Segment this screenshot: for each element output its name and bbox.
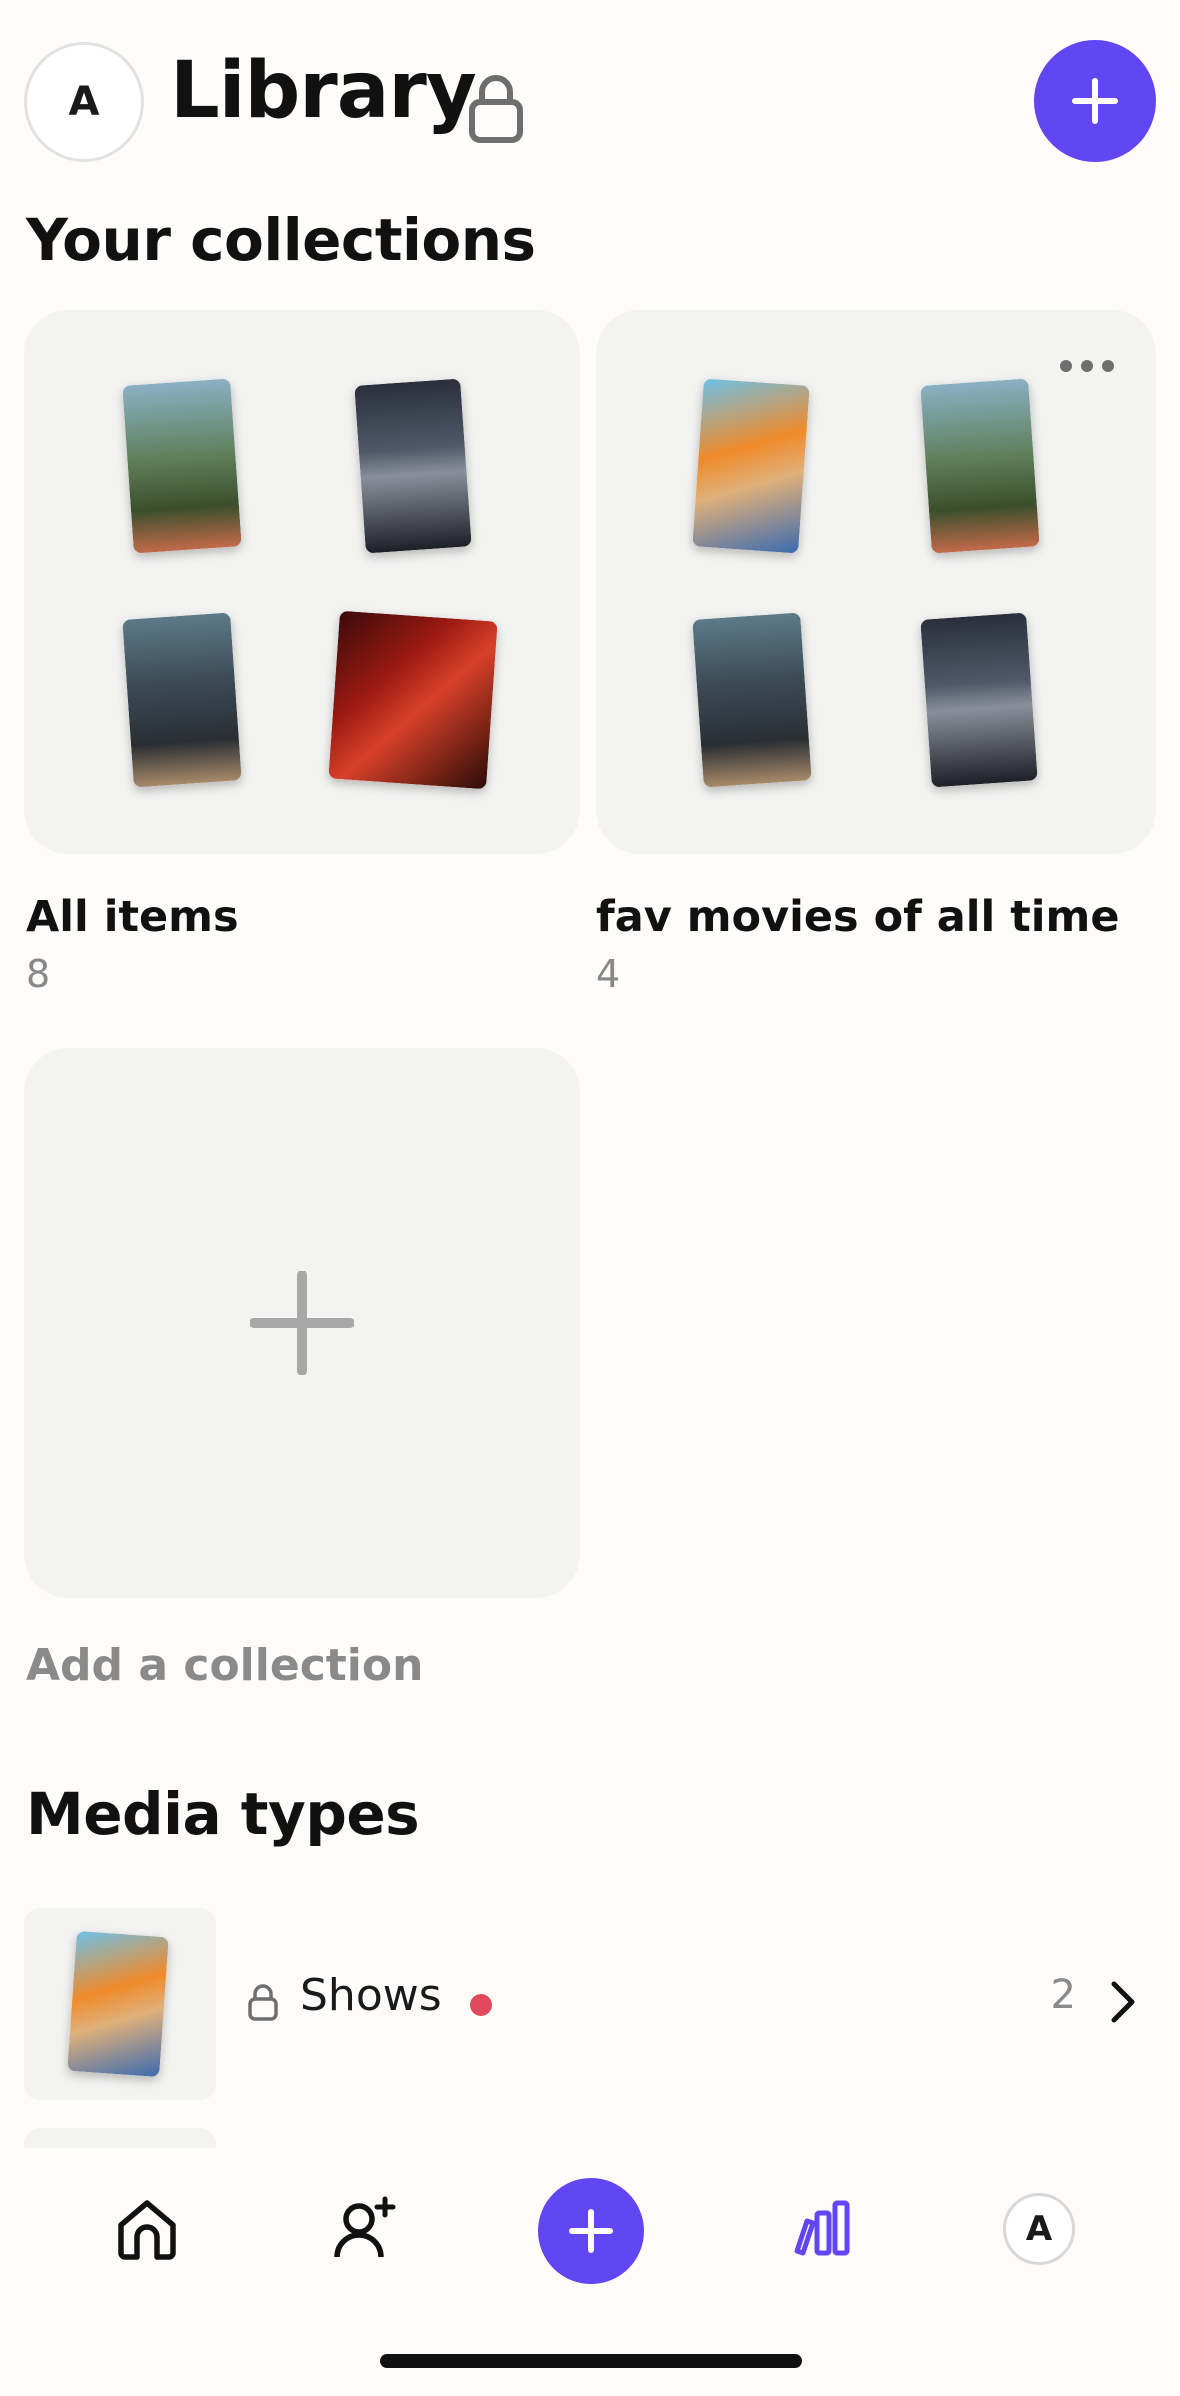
media-type-count: 2 [1050,1972,1076,2018]
poster-image [122,612,242,788]
poster-image [67,1930,169,2078]
tab-friends[interactable] [310,2174,420,2284]
add-button[interactable] [1034,40,1156,162]
tab-library[interactable] [768,2174,878,2284]
library-icon [794,2200,850,2256]
collection-card-all-items[interactable] [24,310,580,854]
poster-image [122,378,242,554]
media-type-label: Shows [300,1970,442,2021]
media-thumbnail [24,1908,216,2100]
plus-icon [250,1271,354,1375]
home-indicator [380,2354,802,2368]
lock-icon [248,1984,278,2021]
section-title-collections: Your collections [26,206,536,274]
tab-home[interactable] [92,2174,202,2284]
new-indicator-dot [470,1994,492,2016]
page-title: Library [170,46,477,136]
collection-count: 4 [596,952,621,996]
add-collection-label[interactable]: Add a collection [26,1640,423,1691]
poster-image [328,610,498,790]
collection-card-fav-movies[interactable] [596,310,1156,854]
header: A Library [24,40,1156,162]
collection-name: All items [26,892,239,942]
section-title-media-types: Media types [26,1780,420,1848]
poster-image [692,378,810,554]
collection-name: fav movies of all time [596,892,1120,942]
more-icon[interactable] [1060,358,1114,374]
add-friend-icon [334,2196,396,2258]
media-type-row-shows[interactable]: Shows 2 [24,1908,1156,2100]
poster-image [920,378,1040,554]
tab-add-button[interactable] [538,2178,644,2284]
plus-icon [1072,78,1118,124]
poster-image [920,612,1038,788]
lock-icon [469,75,523,143]
add-collection-card[interactable] [24,1048,580,1598]
collection-count: 8 [26,952,51,996]
poster-image [354,378,472,554]
poster-image [692,612,812,788]
tab-profile[interactable]: A [984,2174,1094,2284]
media-thumbnail [24,2128,216,2148]
profile-avatar[interactable]: A [24,42,144,162]
home-icon [118,2200,176,2260]
profile-avatar: A [1003,2193,1075,2265]
chevron-right-icon [1111,1981,1135,2023]
plus-icon [569,2209,613,2253]
